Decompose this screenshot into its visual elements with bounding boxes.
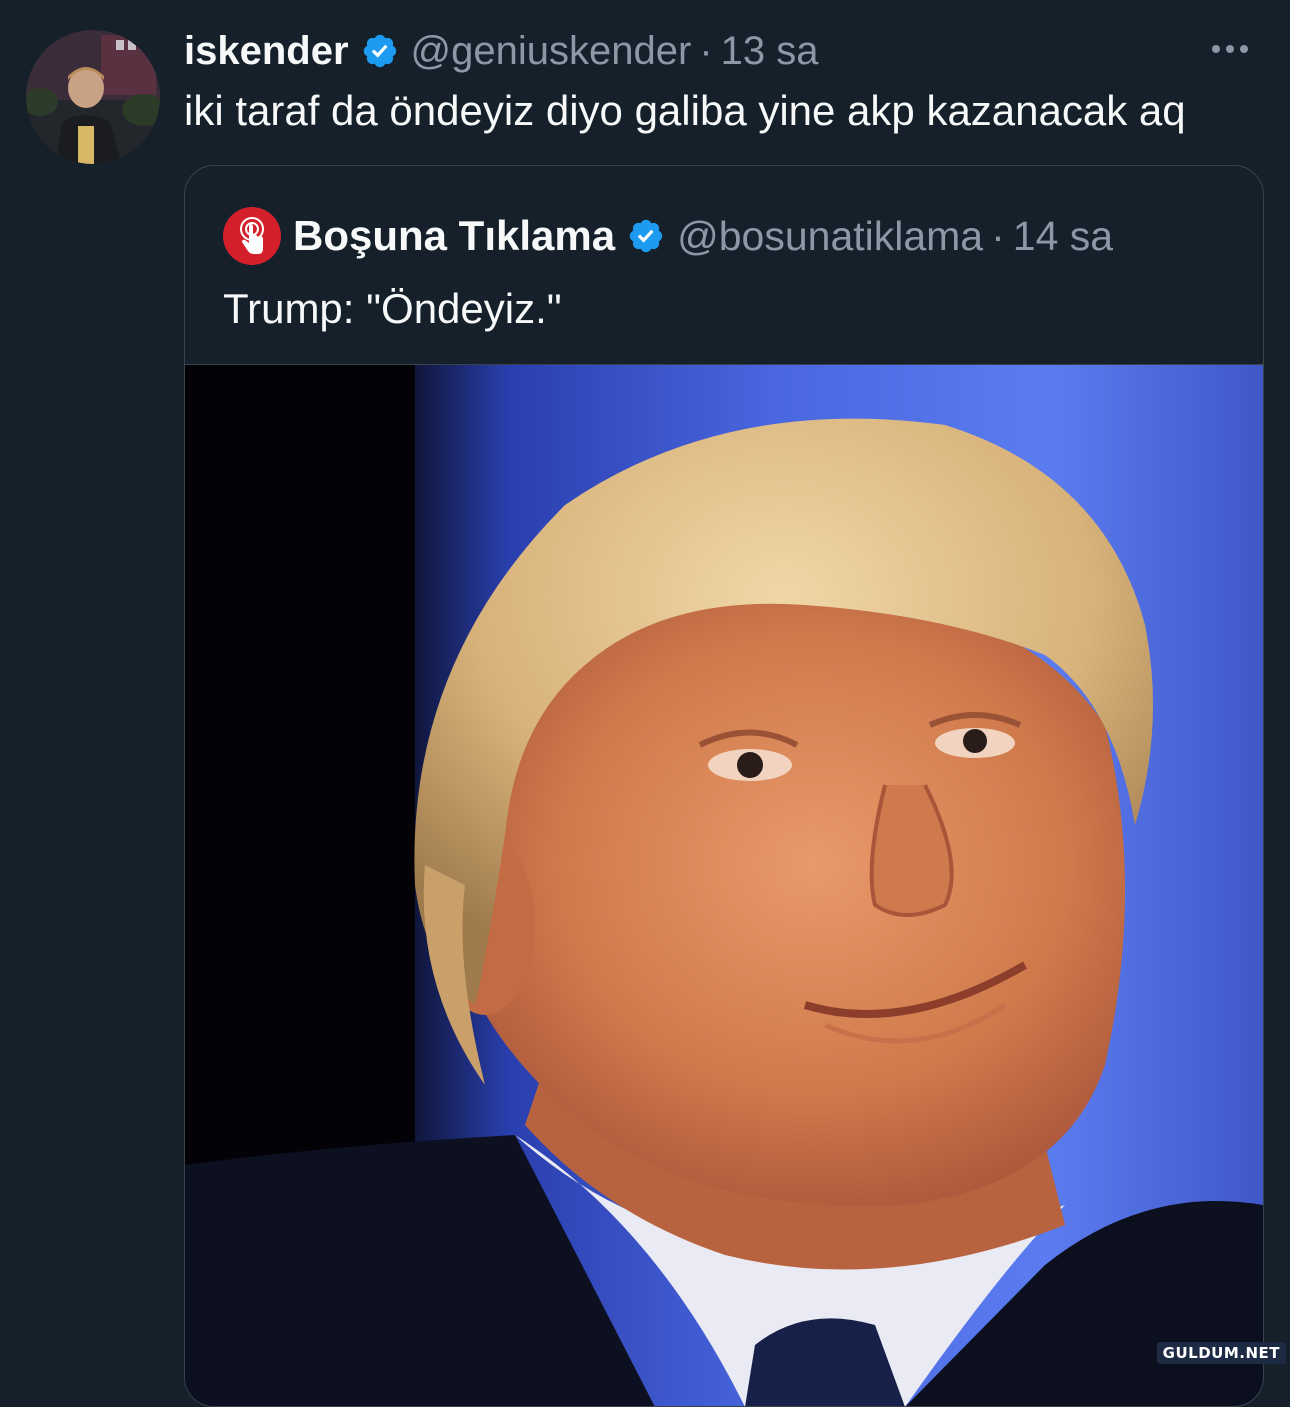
user-avatar-photo (26, 30, 160, 164)
quoted-user-handle[interactable]: @bosunatiklama (677, 213, 983, 260)
quoted-display-name[interactable]: Boşuna Tıklama (293, 212, 615, 260)
pointer-click-logo-icon[interactable] (223, 207, 281, 265)
separator-dot: · (991, 212, 1005, 259)
separator-dot: · (699, 28, 713, 73)
quoted-tweet-timestamp[interactable]: 14 sa (1013, 213, 1113, 260)
verified-badge-icon (363, 34, 396, 68)
tweet-text: iki taraf da öndeyiz diyo galiba yine ak… (184, 87, 1186, 134)
tweet-header: iskender @geniuskender · 13 sa (184, 26, 819, 76)
user-handle[interactable]: @geniuskender (411, 29, 692, 74)
quoted-tweet-text: Trump: "Öndeyiz." (223, 285, 562, 332)
photo-portrait (185, 365, 1263, 1406)
tweet-timestamp[interactable]: 13 sa (721, 29, 819, 74)
watermark-label: GULDUM.NET (1156, 1342, 1286, 1364)
quoted-tweet-photo[interactable] (185, 364, 1263, 1406)
user-avatar[interactable] (26, 30, 160, 164)
verified-badge-icon (629, 219, 663, 253)
quoted-tweet-header: Boşuna Tıklama @bosunatiklama · 14 sa (223, 206, 1113, 266)
tweet: iskender @geniuskender · 13 sa iki taraf… (0, 0, 1290, 1407)
more-options-icon[interactable] (1200, 26, 1260, 72)
quoted-tweet[interactable]: Boşuna Tıklama @bosunatiklama · 14 sa Tr… (184, 165, 1264, 1407)
display-name[interactable]: iskender (184, 29, 349, 74)
